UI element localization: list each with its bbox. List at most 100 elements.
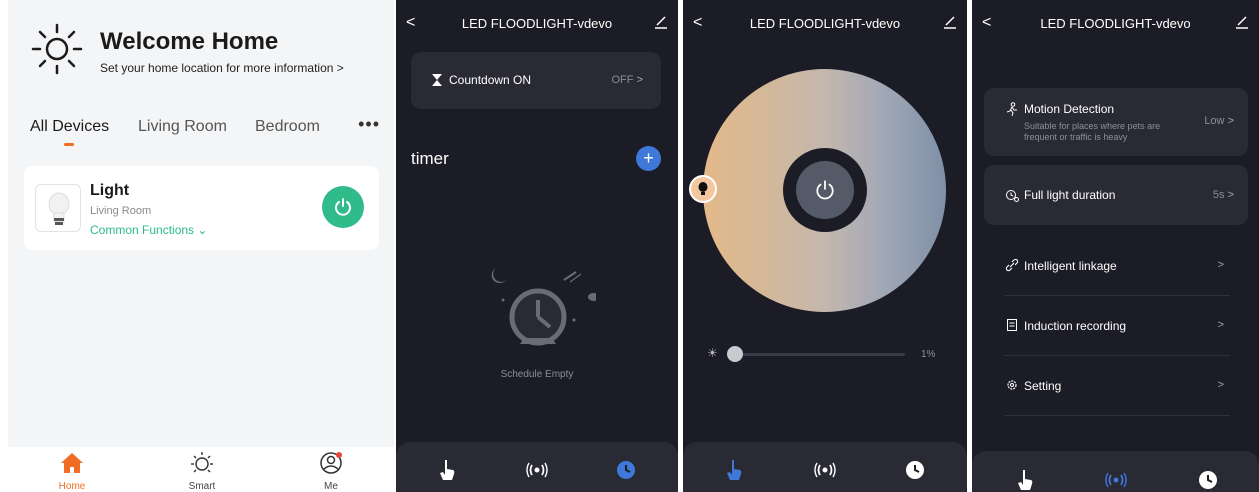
device-title: LED FLOODLIGHT-vdevo <box>1040 16 1191 31</box>
divider <box>1004 415 1230 416</box>
device-name: Light <box>90 182 130 199</box>
edit-icon[interactable] <box>654 15 668 29</box>
tab-bedroom[interactable]: Bedroom <box>255 118 320 136</box>
smart-sun-icon <box>191 452 213 473</box>
brightness-icon: ☀ <box>707 346 718 360</box>
chevron-right-icon: > <box>1217 379 1224 391</box>
full-light-duration-row[interactable]: Full light duration 5s > <box>984 165 1248 225</box>
power-button[interactable] <box>322 186 364 228</box>
more-icon[interactable]: ••• <box>358 114 380 135</box>
clock-icon <box>617 461 635 479</box>
timer-screen: < LED FLOODLIGHT-vdevo Countdown ON OFF … <box>396 0 678 492</box>
document-icon <box>1007 319 1017 331</box>
setting-label: Setting <box>1024 379 1062 393</box>
nav-me[interactable]: Me <box>301 451 361 492</box>
device-title: LED FLOODLIGHT-vdevo <box>461 16 613 31</box>
brightness-slider-handle[interactable] <box>727 346 743 362</box>
edit-icon[interactable] <box>1235 15 1249 29</box>
empty-state-label: Schedule Empty <box>500 369 574 380</box>
divider <box>1004 295 1230 296</box>
brightness-slider[interactable] <box>735 353 905 356</box>
bottom-nav: Home Smart Me <box>8 447 394 492</box>
device-card[interactable]: Light Living Room Common Functions ⌄ <box>24 166 379 250</box>
motion-detection-desc: Suitable for places where pets are frequ… <box>1024 121 1161 142</box>
home-icon <box>61 453 83 473</box>
intelligent-linkage-label: Intelligent linkage <box>1024 259 1117 273</box>
motion-detection-value: Low > <box>1204 115 1234 127</box>
tab-manual[interactable] <box>436 458 460 482</box>
active-tab-indicator <box>64 143 74 146</box>
tab-sensor[interactable] <box>525 458 549 482</box>
intelligent-linkage-row[interactable]: Intelligent linkage > <box>984 248 1248 282</box>
setting-row[interactable]: Setting > <box>984 368 1248 402</box>
radar-icon <box>526 462 548 478</box>
hand-pointer-icon <box>727 460 742 480</box>
chevron-right-icon: > <box>1217 259 1224 271</box>
tab-timer[interactable] <box>1196 468 1220 492</box>
profile-icon <box>320 452 342 474</box>
device-room: Living Room <box>90 205 152 217</box>
countdown-row[interactable]: Countdown ON OFF > <box>411 52 661 109</box>
sensor-settings-screen: < LED FLOODLIGHT-vdevo Motion Detection … <box>972 0 1259 492</box>
full-light-duration-label: Full light duration <box>1024 188 1116 202</box>
clock-icon <box>1199 471 1217 489</box>
gear-icon <box>1007 380 1017 390</box>
location-link-label: Set your home location for more informat… <box>100 61 334 75</box>
chevron-right-icon: > <box>336 61 344 75</box>
motion-detection-label: Motion Detection <box>1024 102 1115 116</box>
common-functions-toggle[interactable]: Common Functions ⌄ <box>90 223 207 237</box>
clock-icon <box>906 461 924 479</box>
hourglass-icon <box>432 74 442 86</box>
bottom-toolbar <box>396 442 678 492</box>
power-button[interactable] <box>796 161 854 219</box>
motion-icon <box>1006 102 1017 116</box>
tab-timer[interactable] <box>614 458 638 482</box>
tab-sensor[interactable] <box>813 458 837 482</box>
bulb-icon <box>35 184 81 232</box>
divider <box>1004 355 1230 356</box>
radar-icon <box>814 462 836 478</box>
induction-recording-label: Induction recording <box>1024 319 1127 333</box>
power-icon <box>816 180 834 200</box>
tab-living-room[interactable]: Living Room <box>138 118 227 136</box>
timer-heading: timer <box>411 149 449 168</box>
countdown-value: OFF > <box>611 74 644 86</box>
tab-timer[interactable] <box>903 458 927 482</box>
radar-icon <box>1105 472 1127 488</box>
motion-detection-row[interactable]: Motion Detection Suitable for places whe… <box>984 88 1248 156</box>
bulb-icon <box>698 182 708 195</box>
countdown-label: Countdown ON <box>449 73 532 87</box>
device-title: LED FLOODLIGHT-vdevo <box>749 16 901 31</box>
bottom-toolbar <box>972 451 1259 492</box>
nav-smart[interactable]: Smart <box>172 451 232 492</box>
power-icon <box>335 198 351 216</box>
room-tabs: All Devices Living Room Bedroom ••• <box>30 114 380 152</box>
induction-recording-row[interactable]: Induction recording > <box>984 308 1248 342</box>
wheel-handle[interactable] <box>689 175 717 203</box>
nav-home[interactable]: Home <box>42 451 102 492</box>
page-title: Welcome Home <box>100 28 279 55</box>
location-link[interactable]: Set your home location for more informat… <box>100 61 344 75</box>
tab-manual[interactable] <box>1014 468 1038 492</box>
hand-pointer-icon <box>440 460 455 480</box>
alarm-clock-icon <box>491 268 596 346</box>
tab-manual[interactable] <box>723 458 747 482</box>
chevron-down-icon: ⌄ <box>197 223 208 237</box>
link-icon <box>1005 258 1019 272</box>
tab-all-devices[interactable]: All Devices <box>30 118 109 136</box>
hand-pointer-icon <box>1018 470 1033 490</box>
brightness-value: 1% <box>921 349 936 360</box>
common-functions-label: Common Functions <box>90 223 195 237</box>
home-screen: Welcome Home Set your home location for … <box>8 0 394 492</box>
bottom-toolbar <box>683 442 967 492</box>
full-light-duration-value: 5s > <box>1212 189 1234 201</box>
nav-home-label: Home <box>58 481 86 492</box>
nav-me-label: Me <box>324 481 338 492</box>
nav-smart-label: Smart <box>188 481 216 492</box>
chevron-right-icon: > <box>1217 319 1224 331</box>
add-timer-button[interactable]: + <box>636 146 661 171</box>
edit-icon[interactable] <box>943 15 957 29</box>
tab-sensor[interactable] <box>1104 468 1128 492</box>
sun-icon <box>31 23 83 75</box>
timer-bulb-icon <box>1006 190 1019 202</box>
